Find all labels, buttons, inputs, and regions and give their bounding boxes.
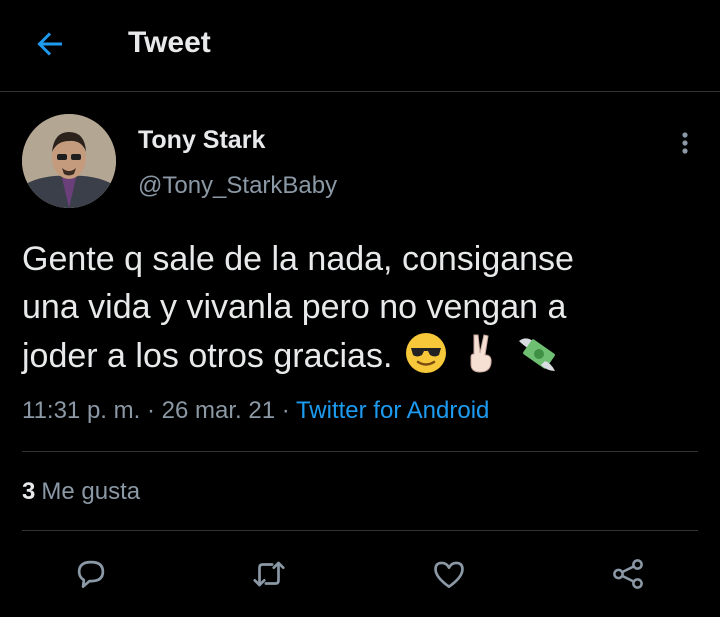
money-with-wings-emoji-icon (518, 338, 555, 371)
author-handle[interactable]: @Tony_StarkBaby (138, 172, 337, 200)
tweet-source-link[interactable]: Twitter for Android (296, 397, 489, 424)
tweet-text: Gente q sale de la nada, consiganse una … (22, 235, 702, 380)
author-name[interactable]: Tony Stark (138, 126, 265, 155)
meta-separator: · (281, 397, 290, 424)
tweet-text-line-content: joder a los otros gracias. (22, 337, 393, 375)
retweet-icon[interactable] (250, 555, 288, 593)
victory-hand-emoji-icon (470, 334, 492, 373)
tweet-text-line: una vida y vivanla pero no vengan a (22, 288, 567, 326)
tweet-text-line: joder a los otros gracias. (22, 331, 702, 380)
header-divider (0, 91, 720, 92)
tweet-meta: 11:31 p. m. · 26 mar. 21 · Twitter for A… (22, 397, 489, 425)
page-title: Tweet (128, 26, 211, 59)
like-icon[interactable] (430, 555, 468, 593)
reply-icon[interactable] (72, 555, 110, 593)
sunglasses-emoji-icon (405, 333, 446, 373)
divider (22, 451, 698, 452)
likes-count: 3 (22, 478, 36, 505)
tweet-text-line: Gente q sale de la nada, consiganse (22, 240, 574, 278)
likes-label: Me gusta (41, 478, 141, 505)
more-options-icon[interactable] (668, 128, 702, 158)
tweet-date: 26 mar. 21 (161, 397, 276, 424)
meta-separator: · (146, 397, 155, 424)
avatar[interactable] (22, 114, 116, 208)
top-bar: Tweet (0, 0, 720, 91)
share-icon[interactable] (609, 555, 647, 593)
likes-summary[interactable]: 3 Me gusta (22, 478, 140, 506)
back-arrow-icon[interactable] (32, 26, 68, 62)
tweet-time: 11:31 p. m. (22, 397, 141, 424)
divider (22, 530, 698, 531)
